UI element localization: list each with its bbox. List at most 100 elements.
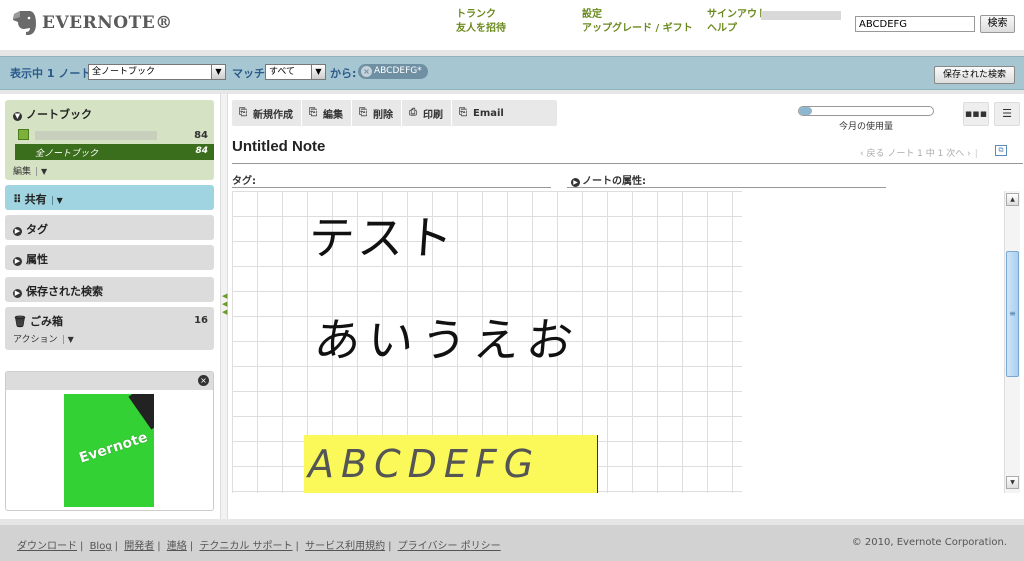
footer-separator: | <box>388 541 392 552</box>
match-select[interactable]: すべて ▼ <box>265 64 326 80</box>
book-corner-decoration <box>128 394 154 430</box>
trash-header[interactable]: 🗑 ごみ箱 <box>13 313 63 329</box>
panel-splitter[interactable]: ◀ ◀ ◀ <box>220 94 228 519</box>
expand-icon: ▶ <box>571 178 580 187</box>
evernote-logo[interactable]: EVERNOTE® <box>10 8 173 38</box>
chevron-down-icon: ▼ <box>51 196 63 205</box>
edit-note-label: 編集 <box>323 109 343 121</box>
filter-bar: 表示中 1 ノート 全ノートブック ▼ マッチ すべて ▼ から: × ABCD… <box>0 56 1024 90</box>
promo-panel: × Evernote <box>5 371 214 511</box>
note-title[interactable]: Untitled Note <box>232 138 325 155</box>
note-attributes-text: ノートの属性: <box>582 176 646 187</box>
close-icon[interactable]: × <box>198 375 209 386</box>
upgrade-gift-link[interactable]: アップグレード / ギフト <box>582 22 693 36</box>
footer-separator: | <box>189 541 194 552</box>
search-input[interactable] <box>855 16 975 32</box>
footer-link-support[interactable]: テクニカル サポート <box>199 541 292 552</box>
trash-icon: 🗑 <box>13 315 27 328</box>
tags-field-label: タグ: <box>232 176 256 187</box>
footer-separator: | <box>157 541 161 552</box>
book-title: Evernote <box>77 429 150 467</box>
footer-separator: | <box>80 541 84 552</box>
saved-searches-title: 保存された検索 <box>26 285 103 298</box>
note-pager-text[interactable]: ‹ 戻る ノート 1 中 1 次へ › <box>860 149 971 159</box>
help-link[interactable]: ヘルプ <box>707 22 737 36</box>
notebook-item[interactable]: 84 <box>15 127 214 143</box>
notebook-select[interactable]: 全ノートブック ▼ <box>88 64 226 80</box>
notebooks-section: ▼ ノートブック 84 全ノートブック 84 編集 ▼ <box>5 100 214 180</box>
elephant-logo-icon <box>13 11 36 35</box>
match-label: マッチ <box>232 67 265 80</box>
chevron-down-icon: ▼ <box>211 65 225 79</box>
new-note-button[interactable]: ⎘ 新規作成 <box>232 100 302 126</box>
all-notebooks-label: 全ノートブック <box>35 149 99 159</box>
attributes-title: 属性 <box>26 253 48 266</box>
collapse-icon: ▼ <box>13 112 22 121</box>
header: EVERNOTE® トランク 友人を招待 設定 アップグレード / ギフト サイ… <box>0 0 1024 50</box>
edit-note-button[interactable]: ⎘ 編集 <box>302 100 352 126</box>
scroll-up-icon[interactable]: ▲ <box>1006 193 1019 206</box>
notebook-item-all[interactable]: 全ノートブック 84 <box>15 144 214 160</box>
saved-search-button[interactable]: 保存された検索 <box>934 66 1015 84</box>
trash-count: 16 <box>194 315 208 326</box>
grid-view-icon[interactable]: ▪▪▪ <box>963 102 989 126</box>
trunk-link[interactable]: トランク <box>456 8 496 22</box>
all-notebooks-count: 84 <box>195 146 208 156</box>
search-button[interactable]: 検索 <box>980 15 1015 33</box>
print-icon: ⎙ <box>409 107 417 118</box>
edit-label: 編集 <box>13 167 32 177</box>
delete-note-button[interactable]: ⎘ 削除 <box>352 100 402 126</box>
footer-separator: | <box>295 541 299 552</box>
notebooks-header[interactable]: ▼ ノートブック <box>13 106 92 122</box>
notebook-edit-menu[interactable]: 編集 ▼ <box>13 164 47 177</box>
email-note-button[interactable]: ⎘ Email <box>452 100 512 126</box>
settings-link[interactable]: 設定 <box>582 8 602 22</box>
footer: ダウンロード | Blog | 開発者 | 連絡 | テクニカル サポート | サービス利… <box>0 525 1024 561</box>
footer-link-developers[interactable]: 開発者 <box>124 541 154 552</box>
trash-action-menu[interactable]: アクション ▼ <box>13 332 74 345</box>
list-view-icon[interactable]: ☰ <box>994 102 1020 126</box>
footer-link-blog[interactable]: Blog <box>90 541 112 552</box>
tags-section[interactable]: ▶ タグ <box>5 215 214 240</box>
tags-field-line[interactable] <box>232 187 551 188</box>
footer-link-terms[interactable]: サービス利用規約 <box>305 541 385 552</box>
note-content[interactable]: テスト あいうえお ABCDEFG <box>232 191 1002 493</box>
scrollbar-thumb[interactable]: ≡ <box>1006 251 1019 377</box>
title-divider <box>232 163 1023 164</box>
shared-title: 共有 <box>24 193 47 206</box>
shared-section[interactable]: ⠿ 共有 ▼ <box>5 185 214 210</box>
search-term-chip-label: ABCDEFG* <box>374 66 422 76</box>
footer-link-privacy[interactable]: プライバシー ポリシー <box>398 541 501 552</box>
scroll-down-icon[interactable]: ▼ <box>1006 476 1019 489</box>
trash-section: 🗑 ごみ箱 16 アクション ▼ <box>5 307 214 350</box>
search-term-chip[interactable]: × ABCDEFG* <box>358 64 428 79</box>
evernote-book-image[interactable]: Evernote <box>64 394 154 507</box>
note-scrollbar[interactable]: ▲ ≡ ▼ <box>1004 191 1020 493</box>
delete-icon: ⎘ <box>359 107 367 118</box>
footer-link-contact[interactable]: 連絡 <box>167 541 187 552</box>
sign-out-link[interactable]: サインアウト <box>707 8 767 22</box>
note-panel: ⎘ 新規作成 ⎘ 編集 ⎘ 削除 ⎙ 印刷 ⎘ Email 今月の使用量 ▪▪▪ ☰ Un… <box>228 94 1024 519</box>
showing-count-label: 表示中 1 ノート <box>10 67 92 80</box>
note-attributes-label[interactable]: ▶ ノートの属性: <box>571 172 646 187</box>
email-note-label: Email <box>473 107 504 119</box>
attributes-field-line <box>567 187 886 188</box>
footer-separator: | <box>114 541 119 552</box>
attributes-section[interactable]: ▶ 属性 <box>5 245 214 270</box>
usage-label: 今月の使用量 <box>839 122 894 132</box>
footer-links: ダウンロード | Blog | 開発者 | 連絡 | テクニカル サポート | サービス利… <box>17 537 501 552</box>
people-icon: ⠿ <box>13 193 22 206</box>
invite-friends-link[interactable]: 友人を招待 <box>456 22 506 36</box>
expand-icon: ▶ <box>13 227 22 236</box>
remove-chip-icon[interactable]: × <box>361 66 372 77</box>
splitter-grip-icon: ◀ ◀ ◀ <box>222 292 228 316</box>
usage-meter <box>798 106 934 116</box>
print-note-label: 印刷 <box>423 109 443 121</box>
print-note-button[interactable]: ⎙ 印刷 <box>402 100 452 126</box>
notebook-count: 84 <box>194 130 208 141</box>
note-toolbar: ⎘ 新規作成 ⎘ 編集 ⎘ 削除 ⎙ 印刷 ⎘ Email <box>232 100 557 126</box>
saved-searches-section[interactable]: ▶ 保存された検索 <box>5 277 214 302</box>
open-window-icon[interactable]: ⧉ <box>995 145 1007 156</box>
footer-link-download[interactable]: ダウンロード <box>17 541 77 552</box>
chevron-down-icon: ▼ <box>36 167 47 176</box>
